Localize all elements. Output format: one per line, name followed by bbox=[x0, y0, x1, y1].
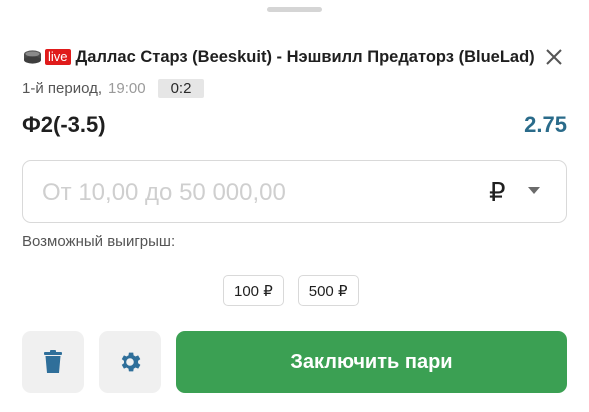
bet-market: Ф2(-3.5) bbox=[22, 112, 106, 137]
bet-odds: 2.75 bbox=[524, 112, 567, 137]
bet-slip-sheet: live Даллас Старз (Beeskuit) - Нэшвилл П… bbox=[0, 0, 589, 412]
gear-icon bbox=[121, 352, 141, 372]
period-info: 1-й период, 19:00 0:2 bbox=[22, 77, 205, 99]
hockey-icon bbox=[24, 50, 41, 64]
match-title: Даллас Старз (Beeskuit) - Нэшвилл Предат… bbox=[75, 47, 535, 66]
live-badge: live bbox=[45, 49, 71, 65]
trash-icon bbox=[44, 350, 62, 373]
chevron-down-icon[interactable] bbox=[528, 187, 540, 194]
possible-win-label: Возможный выигрыш: bbox=[22, 233, 176, 250]
stake-field[interactable]: ₽ bbox=[22, 160, 567, 224]
settings-button[interactable] bbox=[99, 331, 161, 393]
quick-stake-500[interactable]: 500 ₽ bbox=[297, 275, 359, 306]
close-icon[interactable] bbox=[543, 46, 565, 68]
stake-input[interactable] bbox=[40, 161, 444, 224]
period-time: 19:00 bbox=[108, 79, 146, 97]
score-badge: 0:2 bbox=[157, 78, 205, 98]
place-bet-button[interactable]: Заключить пари bbox=[176, 331, 567, 393]
quick-stake-100[interactable]: 100 ₽ bbox=[223, 275, 284, 306]
currency-symbol[interactable]: ₽ bbox=[489, 177, 506, 208]
clear-button[interactable] bbox=[22, 331, 84, 393]
quick-stakes: 100 ₽ 500 ₽ bbox=[223, 275, 359, 306]
period-label: 1-й период, bbox=[22, 79, 103, 97]
match-header: live Даллас Старз (Beeskuit) - Нэшвилл П… bbox=[22, 45, 569, 69]
drag-handle[interactable] bbox=[267, 7, 322, 12]
